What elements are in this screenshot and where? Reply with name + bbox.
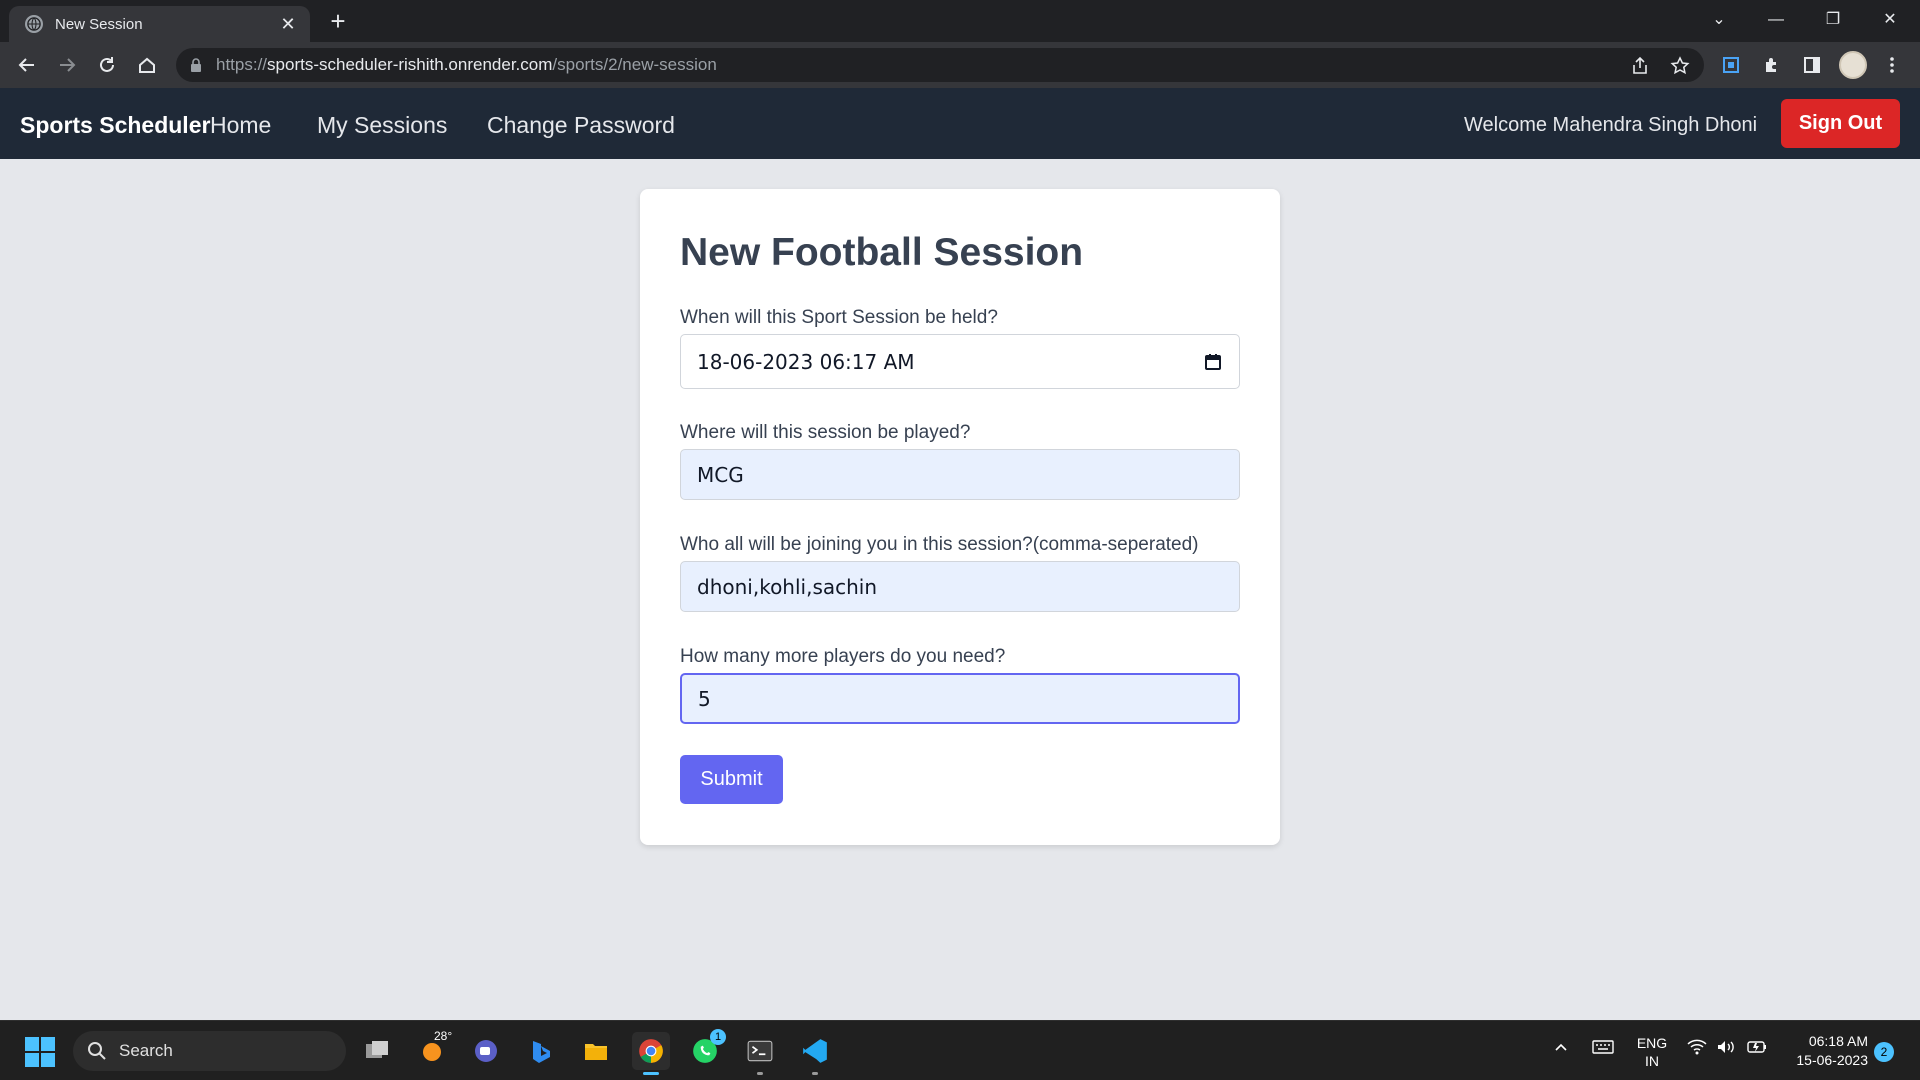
browser-tab-bar: New Session ✕ + ⌄ — ❐ ✕ bbox=[0, 0, 1920, 42]
notification-badge[interactable]: 2 bbox=[1874, 1042, 1894, 1062]
date-time-label: When will this Sport Session be held? bbox=[680, 307, 998, 328]
players-label: Who all will be joining you in this sess… bbox=[680, 534, 1199, 555]
taskbar: Search 28° 1 ENG IN 06:18 AM 15-06-2023 … bbox=[0, 1020, 1920, 1080]
lock-icon bbox=[191, 58, 201, 72]
side-panel-icon[interactable] bbox=[1800, 53, 1824, 77]
wifi-icon[interactable] bbox=[1687, 1039, 1707, 1060]
extensions-puzzle-icon[interactable] bbox=[1760, 53, 1784, 77]
whatsapp-badge: 1 bbox=[710, 1029, 726, 1045]
browser-tab[interactable]: New Session ✕ bbox=[9, 6, 310, 42]
nav-link-change-password[interactable]: Change Password bbox=[487, 112, 675, 139]
terminal-icon[interactable] bbox=[741, 1032, 779, 1075]
show-hidden-icons-icon[interactable] bbox=[1553, 1039, 1569, 1060]
close-window-icon[interactable]: ✕ bbox=[1870, 6, 1910, 34]
search-icon bbox=[88, 1042, 106, 1060]
reload-icon[interactable] bbox=[93, 51, 121, 79]
brand-title[interactable]: Sports Scheduler bbox=[20, 112, 210, 139]
vscode-icon[interactable] bbox=[796, 1032, 834, 1075]
volume-icon[interactable] bbox=[1716, 1039, 1736, 1060]
active-app-indicator bbox=[643, 1072, 659, 1075]
address-bar[interactable]: https://sports-scheduler-rishith.onrende… bbox=[176, 48, 1704, 82]
needed-players-input[interactable]: 5 bbox=[680, 673, 1240, 724]
new-tab-button[interactable]: + bbox=[324, 8, 352, 36]
file-explorer-icon[interactable] bbox=[577, 1032, 615, 1070]
back-icon[interactable] bbox=[13, 51, 41, 79]
system-clock[interactable]: 06:18 AM 15-06-2023 bbox=[1778, 1032, 1868, 1070]
taskbar-search[interactable]: Search bbox=[73, 1031, 346, 1071]
bookmark-star-icon[interactable] bbox=[1670, 56, 1690, 76]
forward-icon[interactable] bbox=[53, 51, 81, 79]
browser-menu-icon[interactable] bbox=[1880, 53, 1904, 77]
tab-close-icon[interactable]: ✕ bbox=[278, 14, 298, 35]
calendar-icon[interactable] bbox=[1203, 352, 1223, 372]
nav-link-my-sessions[interactable]: My Sessions bbox=[317, 112, 447, 139]
restore-icon[interactable]: ❐ bbox=[1813, 6, 1853, 34]
bing-copilot-icon[interactable] bbox=[522, 1032, 560, 1070]
language-indicator[interactable]: ENG IN bbox=[1635, 1034, 1669, 1070]
submit-button[interactable]: Submit bbox=[680, 755, 783, 804]
chrome-icon[interactable] bbox=[632, 1032, 670, 1075]
tab-search-icon[interactable]: ⌄ bbox=[1699, 6, 1739, 34]
teams-chat-icon[interactable] bbox=[467, 1032, 505, 1070]
globe-icon bbox=[25, 15, 43, 33]
sign-out-button[interactable]: Sign Out bbox=[1781, 99, 1900, 148]
url-text: https://sports-scheduler-rishith.onrende… bbox=[216, 55, 717, 74]
page-title: New Football Session bbox=[680, 231, 1084, 274]
windows-start-icon[interactable] bbox=[25, 1037, 55, 1067]
running-app-indicator bbox=[757, 1072, 763, 1075]
new-session-card: New Football Session When will this Spor… bbox=[640, 189, 1280, 845]
battery-icon[interactable] bbox=[1746, 1039, 1768, 1060]
tab-title: New Session bbox=[55, 15, 143, 33]
needed-players-label: How many more players do you need? bbox=[680, 646, 1006, 667]
weather-temperature: 28° bbox=[434, 1029, 453, 1043]
share-icon[interactable] bbox=[1630, 56, 1650, 76]
screenshot-extension-icon[interactable] bbox=[1719, 53, 1743, 77]
minimize-icon[interactable]: — bbox=[1756, 6, 1796, 34]
running-app-indicator bbox=[812, 1072, 818, 1075]
task-view-icon[interactable] bbox=[358, 1032, 396, 1070]
profile-avatar[interactable] bbox=[1839, 51, 1867, 79]
venue-label: Where will this session be played? bbox=[680, 422, 971, 443]
venue-input[interactable]: MCG bbox=[680, 449, 1240, 500]
browser-toolbar: https://sports-scheduler-rishith.onrende… bbox=[0, 42, 1920, 88]
home-icon[interactable] bbox=[133, 51, 161, 79]
app-navbar: Sports Scheduler Home My Sessions Change… bbox=[0, 88, 1920, 159]
nav-link-home[interactable]: Home bbox=[210, 112, 271, 139]
welcome-text: Welcome Mahendra Singh Dhoni bbox=[1464, 114, 1758, 136]
keyboard-icon[interactable] bbox=[1592, 1039, 1614, 1060]
players-input[interactable]: dhoni,kohli,sachin bbox=[680, 561, 1240, 612]
date-time-input[interactable]: 18-06-2023 06:17 AM bbox=[680, 334, 1240, 389]
